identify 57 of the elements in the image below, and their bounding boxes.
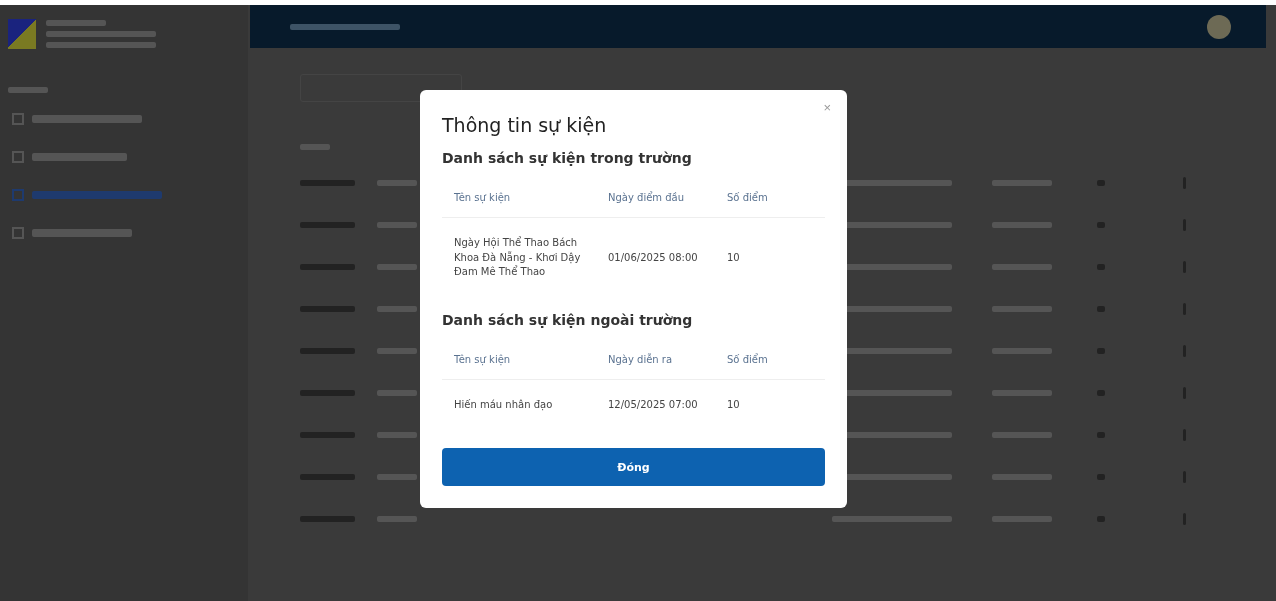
blurred-text — [992, 180, 1052, 186]
close-dialog-button[interactable]: Đóng — [442, 448, 825, 486]
blurred-text — [1097, 348, 1105, 354]
table-cell: Ngày Hội Thể Thao Bách Khoa Đà Nẵng - Khơi Dậy Đam Mê Thể Thao — [454, 237, 581, 277]
dialog-title: Thông tin sự kiện — [442, 114, 608, 136]
blurred-text — [992, 222, 1052, 228]
blurred-text — [300, 144, 330, 150]
blurred-text — [992, 474, 1052, 480]
blurred-text — [300, 474, 355, 480]
blurred-text — [300, 222, 355, 228]
blurred-text — [300, 432, 355, 438]
blurred-text — [300, 264, 355, 270]
blurred-text — [377, 264, 417, 270]
column-header: Ngày diễn ra — [608, 353, 673, 365]
blurred-text — [1097, 432, 1105, 438]
blurred-text — [377, 516, 417, 522]
section-heading: Danh sách sự kiện trong trường — [442, 150, 693, 166]
table-cell: 01/06/2025 08:00 — [608, 251, 698, 263]
blurred-text — [377, 348, 417, 354]
column-header: Số điểm — [727, 192, 768, 203]
blurred-text — [1097, 516, 1105, 522]
blurred-text — [1097, 390, 1105, 396]
blurred-text — [46, 20, 106, 26]
table-cell: 12/05/2025 07:00 — [608, 398, 698, 410]
blurred-text — [300, 516, 355, 522]
blurred-text — [300, 348, 355, 354]
blurred-text — [377, 474, 417, 480]
blurred-text — [992, 306, 1052, 312]
blurred-text — [377, 180, 417, 186]
blurred-text — [300, 180, 355, 186]
blurred-text — [377, 432, 417, 438]
column-header: Ngày điểm đầu — [608, 192, 685, 203]
logo-icon — [8, 19, 36, 49]
table-cell: 10 — [727, 251, 740, 263]
blurred-text — [992, 390, 1052, 396]
table-cell: Hiến máu nhân đạo — [454, 398, 553, 410]
blurred-text — [300, 390, 355, 396]
avatar-icon[interactable] — [1207, 14, 1231, 39]
column-header: Tên sự kiện — [454, 192, 511, 203]
blurred-text — [1097, 180, 1105, 186]
blurred-text — [1097, 474, 1105, 480]
column-header: Số điểm — [727, 353, 768, 365]
blurred-text — [8, 87, 48, 93]
blurred-text — [377, 306, 417, 312]
blurred-text — [1097, 306, 1105, 312]
column-header: Tên sự kiện — [454, 353, 511, 365]
blurred-text — [992, 516, 1052, 522]
blurred-text — [992, 348, 1052, 354]
blurred-text — [992, 264, 1052, 270]
blurred-text — [300, 306, 355, 312]
blurred-text — [992, 432, 1052, 438]
blurred-text — [377, 222, 417, 228]
blurred-text — [1097, 264, 1105, 270]
table-cell: 10 — [727, 398, 740, 410]
section-heading: Danh sách sự kiện ngoài trường — [442, 311, 694, 328]
blurred-text — [1097, 222, 1105, 228]
blurred-text — [377, 390, 417, 396]
